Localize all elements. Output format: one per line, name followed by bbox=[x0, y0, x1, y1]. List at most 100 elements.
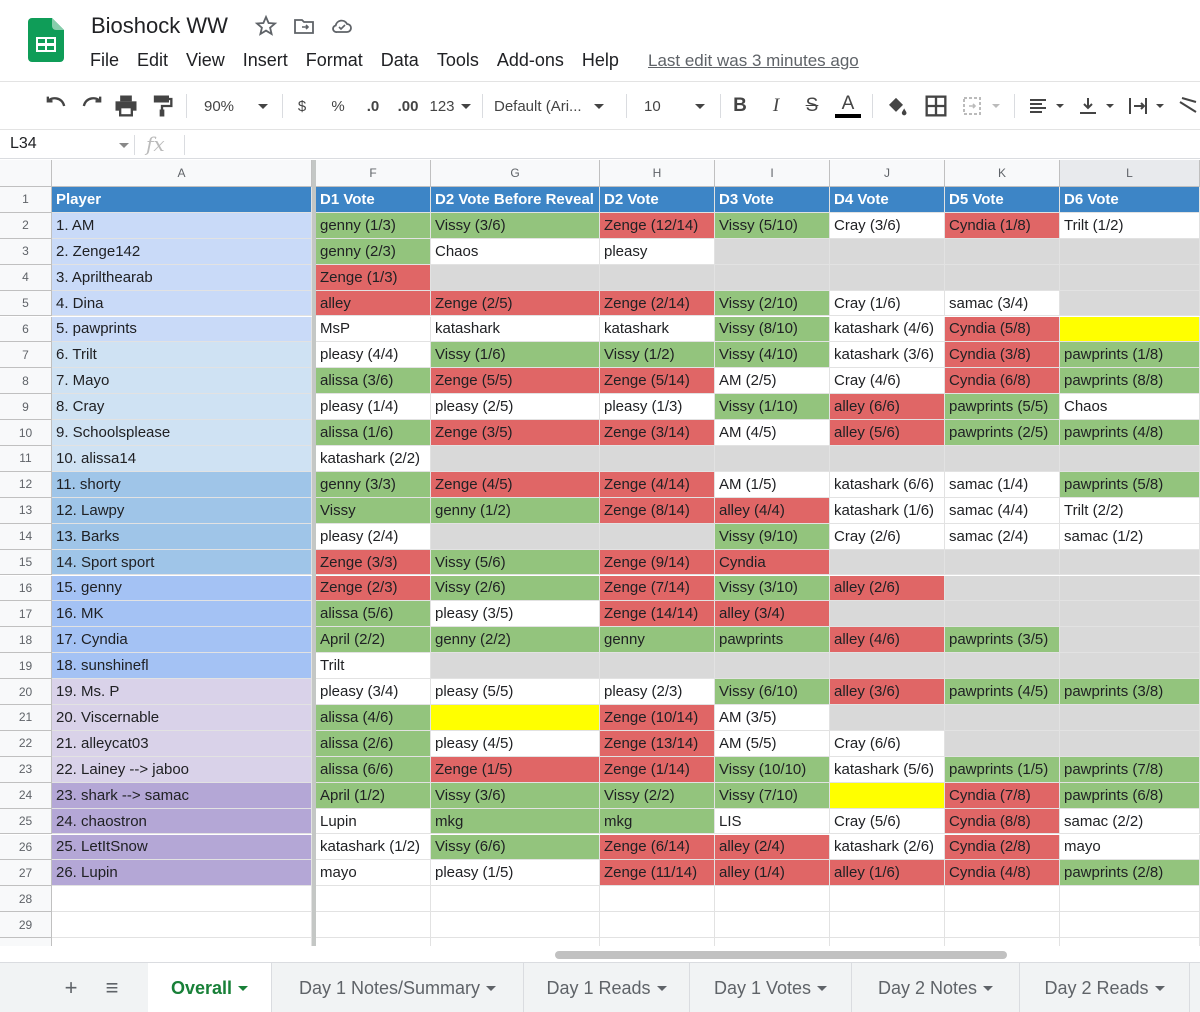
player-cell[interactable]: 26. Lupin bbox=[52, 860, 312, 887]
vote-cell[interactable]: pawprints (5/5) bbox=[945, 394, 1060, 421]
empty-cell[interactable] bbox=[316, 938, 431, 946]
cloud-saved-icon[interactable] bbox=[330, 14, 354, 38]
empty-cell[interactable] bbox=[715, 886, 830, 913]
vote-cell[interactable] bbox=[715, 653, 830, 680]
vote-cell[interactable]: Zenge (2/14) bbox=[600, 290, 715, 317]
vote-cell[interactable]: Vissy (2/6) bbox=[431, 575, 600, 602]
select-all-corner[interactable] bbox=[0, 160, 52, 187]
vote-cell[interactable]: genny (2/3) bbox=[316, 238, 431, 265]
player-cell[interactable]: 14. Sport sport bbox=[52, 549, 312, 576]
vote-cell[interactable] bbox=[945, 549, 1060, 576]
vote-cell[interactable] bbox=[1060, 290, 1200, 317]
vote-cell[interactable]: mkg bbox=[600, 808, 715, 835]
vote-cell[interactable]: Cyndia (6/8) bbox=[945, 368, 1060, 395]
header-cell[interactable]: D1 Vote bbox=[316, 187, 431, 213]
vote-cell[interactable] bbox=[945, 446, 1060, 472]
row-header[interactable]: 13 bbox=[0, 497, 52, 524]
vote-cell[interactable]: Zenge (8/14) bbox=[600, 497, 715, 524]
vote-cell[interactable] bbox=[431, 264, 600, 291]
font-size-select[interactable]: 10 bbox=[636, 91, 712, 121]
vote-cell[interactable]: genny (1/3) bbox=[316, 212, 431, 239]
vote-cell[interactable]: samac (2/2) bbox=[1060, 808, 1200, 835]
row-header[interactable]: 29 bbox=[0, 912, 52, 939]
vote-cell[interactable]: katashark (6/6) bbox=[830, 471, 945, 498]
vote-cell[interactable] bbox=[830, 264, 945, 291]
empty-cell[interactable] bbox=[715, 912, 830, 939]
vote-cell[interactable]: alley (5/6) bbox=[830, 420, 945, 446]
horizontal-scrollbar[interactable] bbox=[555, 951, 1007, 959]
header-cell[interactable]: D5 Vote bbox=[945, 187, 1060, 213]
player-cell[interactable]: 8. Cray bbox=[52, 394, 312, 421]
vote-cell[interactable]: katashark (1/2) bbox=[316, 834, 431, 861]
sheet-tab-day1-notes[interactable]: Day 1 Notes/Summary bbox=[272, 963, 524, 1012]
empty-cell[interactable] bbox=[52, 938, 312, 946]
vote-cell[interactable]: Zenge (1/3) bbox=[316, 264, 431, 291]
vote-cell[interactable]: pleasy (4/5) bbox=[431, 730, 600, 757]
vote-cell[interactable]: Vissy (1/2) bbox=[600, 342, 715, 369]
vote-cell[interactable] bbox=[431, 446, 600, 472]
vote-cell[interactable]: Cyndia (7/8) bbox=[945, 782, 1060, 809]
vote-cell[interactable]: pawprints (4/8) bbox=[1060, 420, 1200, 446]
vote-cell[interactable]: Vissy (1/10) bbox=[715, 394, 830, 421]
vote-cell[interactable] bbox=[431, 705, 600, 731]
text-rotation-icon[interactable] bbox=[1176, 91, 1200, 121]
vote-cell[interactable]: alley (4/4) bbox=[715, 497, 830, 524]
row-header[interactable]: 17 bbox=[0, 601, 52, 628]
header-cell[interactable]: D6 Vote bbox=[1060, 187, 1200, 213]
last-edit-link[interactable]: Last edit was 3 minutes ago bbox=[648, 51, 859, 71]
player-cell[interactable]: 4. Dina bbox=[52, 290, 312, 317]
vote-cell[interactable]: pawprints (3/5) bbox=[945, 627, 1060, 654]
vote-cell[interactable] bbox=[1060, 575, 1200, 602]
player-cell[interactable]: 23. shark --> samac bbox=[52, 782, 312, 809]
header-cell[interactable]: Player bbox=[52, 187, 312, 213]
row-header[interactable]: 23 bbox=[0, 756, 52, 783]
header-cell[interactable]: D2 Vote bbox=[600, 187, 715, 213]
vote-cell[interactable] bbox=[945, 653, 1060, 680]
sheet-tab-day2-notes[interactable]: Day 2 Notes bbox=[852, 963, 1020, 1012]
vote-cell[interactable]: mkg bbox=[431, 808, 600, 835]
vote-cell[interactable]: Zenge (10/14) bbox=[600, 705, 715, 731]
vote-cell[interactable]: katashark (3/6) bbox=[830, 342, 945, 369]
vote-cell[interactable] bbox=[945, 575, 1060, 602]
vote-cell[interactable]: Cray (2/6) bbox=[830, 523, 945, 550]
row-header[interactable]: 12 bbox=[0, 471, 52, 498]
row-header[interactable]: 9 bbox=[0, 394, 52, 421]
column-header-l[interactable]: L bbox=[1060, 160, 1200, 187]
vote-cell[interactable]: Cray (4/6) bbox=[830, 368, 945, 395]
vote-cell[interactable] bbox=[1060, 730, 1200, 757]
vote-cell[interactable] bbox=[1060, 627, 1200, 654]
player-cell[interactable]: 5. pawprints bbox=[52, 316, 312, 343]
vote-cell[interactable]: alissa (3/6) bbox=[316, 368, 431, 395]
row-header[interactable]: 10 bbox=[0, 420, 52, 446]
vote-cell[interactable] bbox=[1060, 549, 1200, 576]
vote-cell[interactable]: alley (2/4) bbox=[715, 834, 830, 861]
row-header[interactable]: 8 bbox=[0, 368, 52, 395]
vote-cell[interactable]: Zenge (2/3) bbox=[316, 575, 431, 602]
vote-cell[interactable]: Zenge (4/5) bbox=[431, 471, 600, 498]
vote-cell[interactable] bbox=[1060, 705, 1200, 731]
row-header[interactable]: 24 bbox=[0, 782, 52, 809]
menu-tools[interactable]: Tools bbox=[437, 50, 479, 72]
vote-cell[interactable] bbox=[945, 601, 1060, 628]
row-header[interactable]: 15 bbox=[0, 549, 52, 576]
menu-format[interactable]: Format bbox=[306, 50, 363, 72]
vote-cell[interactable]: pleasy (3/5) bbox=[431, 601, 600, 628]
vote-cell[interactable]: Vissy (2/10) bbox=[715, 290, 830, 317]
vote-cell[interactable] bbox=[1060, 238, 1200, 265]
vote-cell[interactable]: Zenge (1/5) bbox=[431, 756, 600, 783]
vote-cell[interactable]: April (2/2) bbox=[316, 627, 431, 654]
vote-cell[interactable]: Vissy (6/6) bbox=[431, 834, 600, 861]
vote-cell[interactable]: Zenge (14/14) bbox=[600, 601, 715, 628]
empty-cell[interactable] bbox=[600, 938, 715, 946]
vote-cell[interactable]: pawprints (2/8) bbox=[1060, 860, 1200, 887]
vote-cell[interactable]: alley (6/6) bbox=[830, 394, 945, 421]
row-header[interactable]: 16 bbox=[0, 575, 52, 602]
player-cell[interactable]: 2. Zenge142 bbox=[52, 238, 312, 265]
vote-cell[interactable]: Trilt (1/2) bbox=[1060, 212, 1200, 239]
vote-cell[interactable]: pawprints bbox=[715, 627, 830, 654]
row-header[interactable]: 6 bbox=[0, 316, 52, 343]
vote-cell[interactable]: Zenge (13/14) bbox=[600, 730, 715, 757]
vote-cell[interactable]: Vissy (1/6) bbox=[431, 342, 600, 369]
empty-cell[interactable] bbox=[431, 938, 600, 946]
empty-cell[interactable] bbox=[945, 912, 1060, 939]
